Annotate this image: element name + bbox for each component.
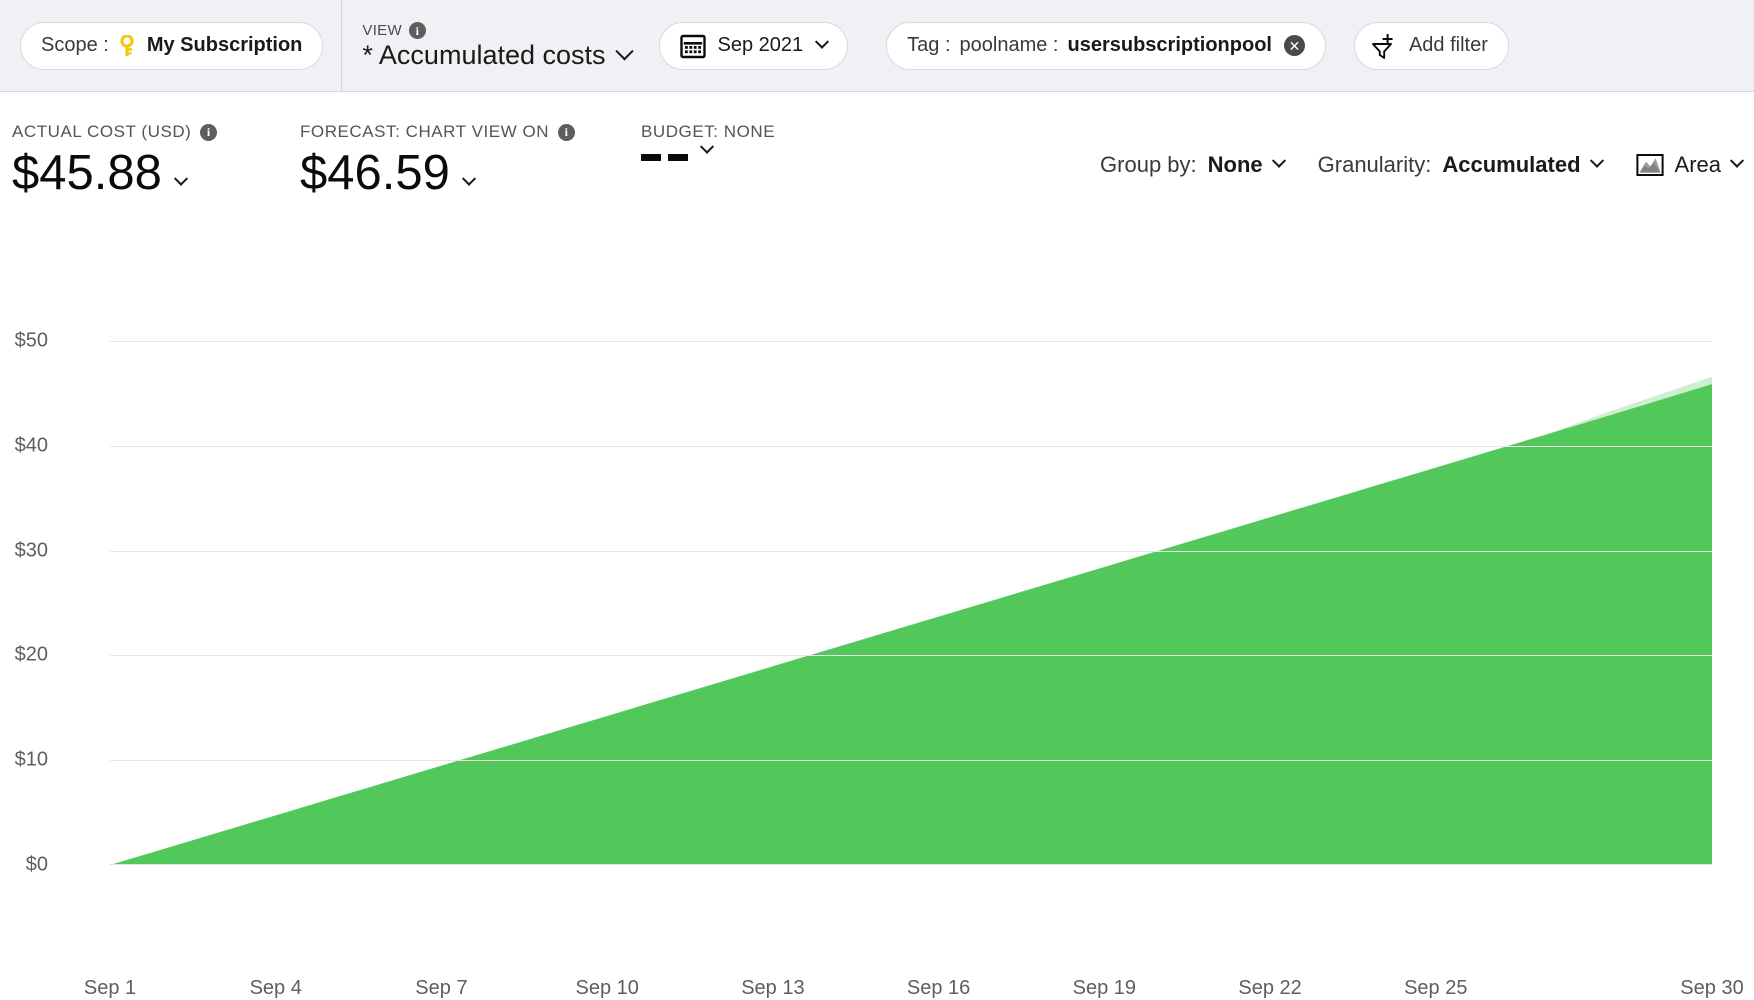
calendar-icon — [680, 33, 706, 59]
tag-filter-key-label: Tag : — [907, 34, 950, 57]
chart-controls: Group by: None Granularity: Accumulated … — [1100, 152, 1742, 178]
x-axis-tick-label: Sep 22 — [1238, 977, 1301, 1000]
y-axis-tick-label: $10 — [0, 749, 48, 772]
kpi-forecast-label: FORECAST: CHART VIEW ON — [300, 122, 549, 142]
scope-selector[interactable]: Scope : My Subscription — [20, 22, 323, 70]
chevron-down-icon[interactable] — [615, 42, 633, 60]
chevron-down-icon[interactable] — [1272, 154, 1286, 168]
kpi-forecast: FORECAST: CHART VIEW ON i $46.59 — [300, 122, 575, 201]
add-filter-button[interactable]: Add filter — [1354, 22, 1509, 70]
gridline — [110, 655, 1712, 656]
x-axis-line — [110, 864, 1712, 866]
kpi-actual-cost-value-row[interactable]: $45.88 — [12, 146, 217, 201]
chevron-down-icon[interactable] — [1589, 154, 1603, 168]
kpi-actual-cost-label: ACTUAL COST (USD) — [12, 122, 191, 142]
actual-cost-area-series — [110, 384, 1712, 865]
x-axis-tick-label: Sep 13 — [741, 977, 804, 1000]
kpi-budget: BUDGET: NONE — [641, 122, 775, 169]
toolbar-divider — [341, 0, 342, 92]
info-icon[interactable]: i — [558, 124, 575, 141]
area-chart-icon — [1636, 153, 1664, 177]
group-by-label: Group by: — [1100, 152, 1197, 178]
add-filter-label: Add filter — [1409, 34, 1488, 57]
group-by-value: None — [1208, 152, 1263, 178]
gridline — [110, 446, 1712, 447]
chevron-down-icon[interactable] — [815, 34, 829, 48]
tag-filter-value: usersubscriptionpool — [1068, 34, 1272, 57]
info-icon[interactable]: i — [200, 124, 217, 141]
view-selector[interactable]: VIEW i * Accumulated costs — [362, 0, 630, 92]
y-axis-tick-label: $50 — [0, 330, 48, 353]
kpi-forecast-value-row[interactable]: $46.59 — [300, 146, 575, 201]
filter-toolbar: Scope : My Subscription VIEW i * Accumul… — [0, 0, 1754, 92]
date-range-selector[interactable]: Sep 2021 — [659, 22, 849, 70]
kpi-actual-cost-label-row: ACTUAL COST (USD) i — [12, 122, 217, 142]
y-axis-tick-label: $0 — [0, 854, 48, 877]
scope-value: My Subscription — [147, 34, 303, 57]
key-icon — [117, 35, 137, 57]
tag-filter-key: poolname : — [960, 34, 1059, 57]
gridline — [110, 551, 1712, 552]
x-axis-tick-label: Sep 10 — [575, 977, 638, 1000]
gridline — [110, 760, 1712, 761]
view-caption: VIEW — [362, 22, 402, 39]
summary-row: ACTUAL COST (USD) i $45.88 FORECAST: CHA… — [0, 92, 1754, 242]
date-range-value: Sep 2021 — [718, 34, 804, 57]
y-axis-tick-label: $20 — [0, 644, 48, 667]
info-icon[interactable]: i — [409, 22, 426, 39]
kpi-budget-value-row[interactable] — [641, 146, 775, 169]
gridline — [110, 341, 1712, 342]
add-filter-icon — [1369, 31, 1399, 61]
kpi-budget-label-row: BUDGET: NONE — [641, 122, 775, 142]
kpi-budget-label: BUDGET: NONE — [641, 122, 775, 142]
tag-filter-pill[interactable]: Tag : poolname : usersubscriptionpool ✕ — [886, 22, 1326, 70]
chart-type-selector[interactable]: Area — [1636, 152, 1742, 178]
x-axis-tick-label: Sep 4 — [250, 977, 302, 1000]
chart-plot-area[interactable]: $0$10$20$30$40$50Sep 1Sep 4Sep 7Sep 10Se… — [110, 341, 1712, 865]
kpi-forecast-label-row: FORECAST: CHART VIEW ON i — [300, 122, 575, 142]
view-value-row[interactable]: * Accumulated costs — [362, 40, 630, 71]
kpi-budget-value — [641, 154, 688, 161]
group-by-selector[interactable]: Group by: None — [1100, 152, 1284, 178]
view-value: * Accumulated costs — [362, 40, 605, 71]
x-axis-tick-label: Sep 30 — [1680, 977, 1743, 1000]
kpi-actual-cost: ACTUAL COST (USD) i $45.88 — [12, 122, 217, 201]
granularity-label: Granularity: — [1318, 152, 1432, 178]
x-axis-tick-label: Sep 7 — [415, 977, 467, 1000]
kpi-actual-cost-value: $45.88 — [12, 146, 162, 201]
x-axis-tick-label: Sep 1 — [84, 977, 136, 1000]
chevron-down-icon[interactable] — [462, 172, 476, 186]
y-axis-tick-label: $40 — [0, 434, 48, 457]
view-caption-row: VIEW i — [362, 22, 630, 39]
chart-series-layer — [110, 341, 1712, 865]
granularity-value: Accumulated — [1442, 152, 1580, 178]
granularity-selector[interactable]: Granularity: Accumulated — [1318, 152, 1602, 178]
chevron-down-icon[interactable] — [1730, 154, 1744, 168]
scope-label: Scope : — [41, 34, 109, 57]
x-axis-tick-label: Sep 19 — [1073, 977, 1136, 1000]
y-axis-tick-label: $30 — [0, 539, 48, 562]
chevron-down-icon[interactable] — [174, 172, 188, 186]
kpi-forecast-value: $46.59 — [300, 146, 450, 201]
x-axis-tick-label: Sep 16 — [907, 977, 970, 1000]
chart-type-label: Area — [1675, 152, 1721, 178]
close-icon[interactable]: ✕ — [1284, 35, 1305, 56]
x-axis-tick-label: Sep 25 — [1404, 977, 1467, 1000]
cost-area-chart: $0$10$20$30$40$50Sep 1Sep 4Sep 7Sep 10Se… — [0, 242, 1754, 930]
